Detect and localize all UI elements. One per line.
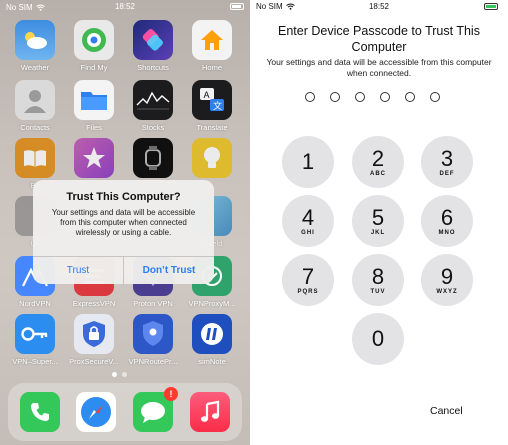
weather-icon [15, 20, 55, 60]
translate-icon: A文 [192, 80, 232, 120]
lock-shield-icon [74, 314, 114, 354]
passcode-subtitle: Your settings and data will be accessibl… [266, 57, 492, 78]
dock: ! [8, 383, 242, 441]
passcode-screen: No SIM 18:52 Enter Device Passcode to Tr… [250, 0, 508, 445]
page-dot [112, 372, 117, 377]
svg-text:文: 文 [213, 100, 222, 112]
app-vpn-super[interactable]: VPN–Super... [9, 314, 61, 366]
page-dot [122, 372, 127, 377]
key-5[interactable]: 5 JKL [352, 195, 404, 247]
app-stocks[interactable]: Stocks [127, 80, 179, 132]
trust-dialog: Trust This Computer? Your settings and d… [33, 180, 214, 284]
passcode-dots [305, 92, 440, 102]
app-watch[interactable] [127, 138, 179, 181]
passcode-dot [355, 92, 365, 102]
status-bar: No SIM 18:52 [0, 0, 250, 14]
simnote-icon [192, 314, 232, 354]
app-shortcuts[interactable]: Shortcuts [127, 20, 179, 72]
dialog-title: Trust This Computer? [66, 191, 181, 203]
app-files[interactable]: Files [68, 80, 120, 132]
watch-icon [133, 138, 173, 178]
app-itunes-store[interactable] [68, 138, 120, 181]
app-proxsecure[interactable]: ProxSecureV... [68, 314, 120, 366]
cancel-button[interactable]: Cancel [430, 405, 463, 417]
dock-messages[interactable]: ! [127, 387, 179, 432]
app-home[interactable]: Home [186, 20, 238, 72]
find-my-icon [74, 20, 114, 60]
compass-icon [76, 392, 116, 432]
dock-phone[interactable] [14, 392, 66, 432]
passcode-dot [405, 92, 415, 102]
app-tips[interactable] [186, 138, 238, 181]
passcode-dot [305, 92, 315, 102]
dialog-message: Your settings and data will be accessibl… [51, 208, 196, 237]
map-pin-shield-icon [133, 314, 173, 354]
lightbulb-icon [192, 138, 232, 178]
stocks-icon [133, 80, 173, 120]
page-indicator[interactable] [112, 372, 127, 377]
notification-badge: ! [164, 387, 178, 401]
books-icon [15, 138, 55, 178]
passcode-dot [380, 92, 390, 102]
passcode-title: Enter Device Passcode to Trust This Comp… [278, 24, 480, 54]
files-icon [74, 80, 114, 120]
key-1[interactable]: 1 [282, 136, 334, 188]
app-translate[interactable]: A文 Translate [186, 80, 238, 132]
shortcuts-icon [133, 20, 173, 60]
home-icon [192, 20, 232, 60]
app-weather[interactable]: Weather [9, 20, 61, 72]
dock-music[interactable] [184, 392, 236, 432]
passcode-dot [430, 92, 440, 102]
app-find-my[interactable]: Find My [68, 20, 120, 72]
music-note-icon [190, 392, 230, 432]
app-contacts[interactable]: Contacts [9, 80, 61, 132]
home-screen: No SIM 18:52 Weather Find My Shortcuts H… [0, 0, 250, 445]
app-simnote[interactable]: simNote [186, 314, 238, 366]
svg-text:A: A [204, 90, 210, 100]
key-6[interactable]: 6 MNO [421, 195, 473, 247]
key-7[interactable]: 7 PQRS [282, 254, 334, 306]
key-icon [15, 314, 55, 354]
phone-icon [20, 392, 60, 432]
app-vpnroute[interactable]: VPNRoutePr... [127, 314, 179, 366]
status-time: 18:52 [114, 2, 136, 11]
status-bar: No SIM 18:52 [250, 0, 508, 14]
star-icon [74, 138, 114, 178]
dialog-buttons: Trust Don’t Trust [33, 256, 214, 284]
dont-trust-button[interactable]: Don’t Trust [123, 257, 214, 284]
key-2[interactable]: 2 ABC [352, 136, 404, 188]
battery-icon [230, 3, 244, 10]
message-bubble-icon: ! [133, 387, 178, 432]
dock-safari[interactable] [70, 392, 122, 432]
battery-charging-icon [484, 3, 498, 10]
passcode-dot [330, 92, 340, 102]
contacts-icon [15, 80, 55, 120]
trust-button[interactable]: Trust [33, 257, 123, 284]
key-8[interactable]: 8 TUV [352, 254, 404, 306]
status-time: 18:52 [368, 2, 390, 11]
key-9[interactable]: 9 WXYZ [421, 254, 473, 306]
key-3[interactable]: 3 DEF [421, 136, 473, 188]
key-0[interactable]: 0 [352, 313, 404, 365]
key-4[interactable]: 4 GHI [282, 195, 334, 247]
